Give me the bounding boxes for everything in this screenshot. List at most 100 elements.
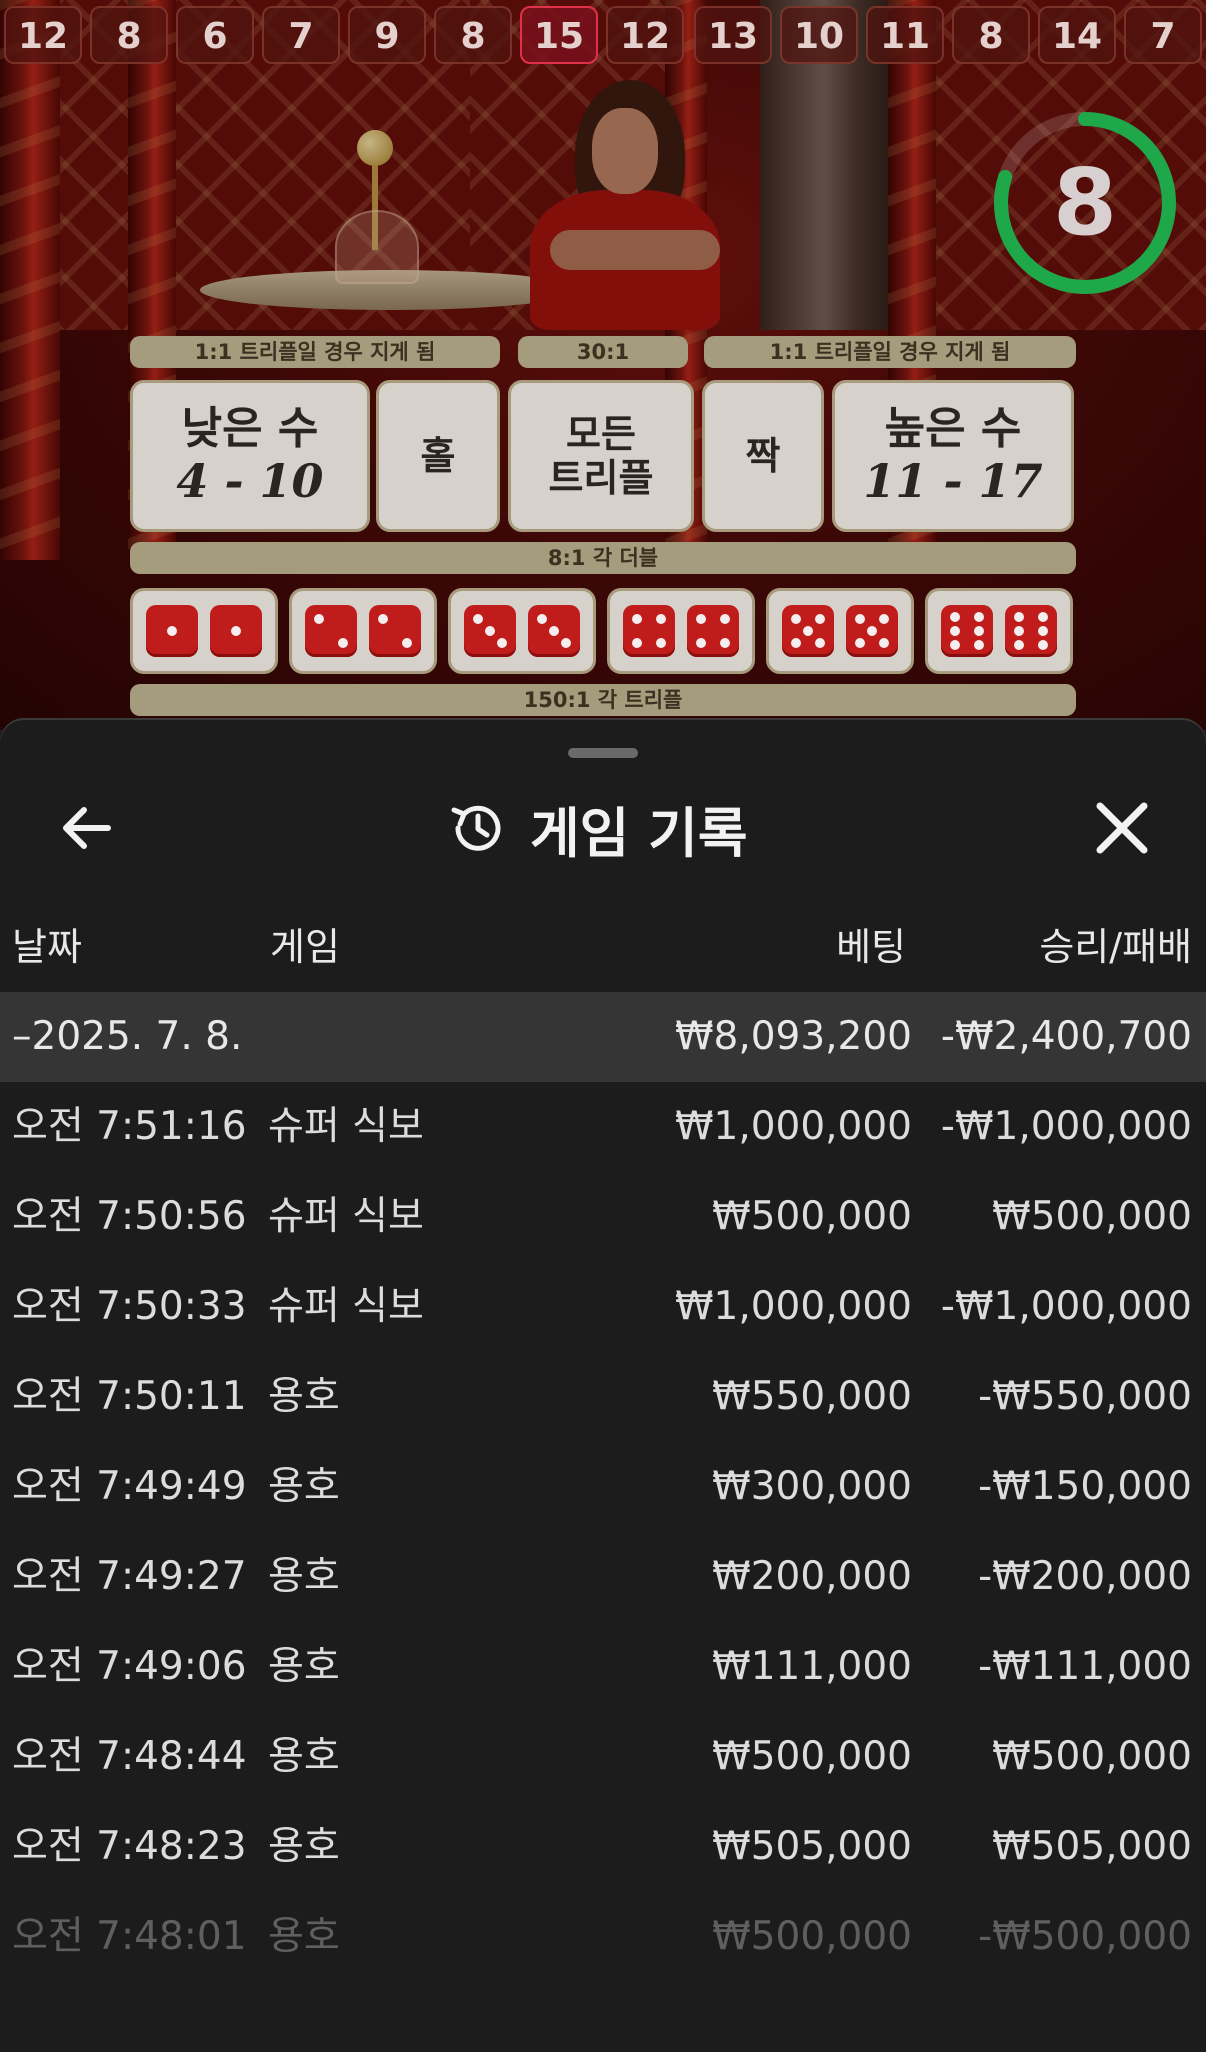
date-group-row[interactable]: –2025. 7. 8. ₩8,093,200 -₩2,400,700 — [0, 992, 1206, 1082]
history-result: 7 — [1124, 6, 1202, 64]
group-bet-total: ₩8,093,200 — [674, 1014, 912, 1059]
history-result: 14 — [1038, 6, 1116, 64]
timer-value: 8 — [1052, 149, 1117, 256]
row-winloss: ₩500,000 — [992, 1734, 1192, 1779]
column-header-bet: 베팅 — [836, 925, 906, 969]
history-result: 15 — [520, 6, 598, 64]
row-game: 용호 — [268, 1554, 340, 1599]
history-row[interactable]: 오전 7:50:56 슈퍼 식보 ₩500,000 ₩500,000 — [0, 1172, 1206, 1262]
row-game: 용호 — [268, 1914, 340, 1959]
bet-odd[interactable]: 홀 — [376, 380, 500, 532]
big-label: 높은 수 — [884, 403, 1022, 454]
row-bet: ₩500,000 — [712, 1734, 912, 1779]
history-result: 9 — [348, 6, 426, 64]
row-bet: ₩300,000 — [712, 1464, 912, 1509]
die-4-icon — [687, 605, 739, 657]
group-date: –2025. 7. 8. — [12, 1014, 243, 1059]
die-4-icon — [623, 605, 675, 657]
row-game: 용호 — [268, 1824, 340, 1869]
history-result: 10 — [780, 6, 858, 64]
history-row[interactable]: 오전 7:49:27 용호 ₩200,000 -₩200,000 — [0, 1532, 1206, 1622]
history-result: 12 — [4, 6, 82, 64]
history-row[interactable]: 오전 7:50:33 슈퍼 식보 ₩1,000,000 -₩1,000,000 — [0, 1262, 1206, 1352]
row-bet: ₩500,000 — [712, 1194, 912, 1239]
live-game-video: 12 8 6 7 9 8 15 12 13 10 11 8 14 7 8 1:1 트리플일 경우 지게 됨… — [0, 0, 1206, 730]
odd-label: 홀 — [420, 434, 456, 478]
any-triple-label-1: 모든 — [566, 412, 636, 456]
even-label: 짝 — [745, 434, 781, 478]
row-bet: ₩111,000 — [712, 1644, 912, 1689]
row-time: 오전 7:48:44 — [12, 1734, 247, 1779]
row-game: 슈퍼 식보 — [268, 1284, 424, 1329]
big-range: 11 - 17 — [863, 454, 1043, 508]
bet-double-6[interactable] — [925, 588, 1073, 674]
bet-double-2[interactable] — [289, 588, 437, 674]
history-result: 8 — [434, 6, 512, 64]
die-2-icon — [369, 605, 421, 657]
bet-double-4[interactable] — [607, 588, 755, 674]
close-button[interactable] — [1086, 792, 1158, 864]
column-header-date: 날짜 — [12, 925, 82, 969]
history-row[interactable]: 오전 7:51:16 슈퍼 식보 ₩1,000,000 -₩1,000,000 — [0, 1082, 1206, 1172]
row-time: 오전 7:48:01 — [12, 1914, 247, 1959]
die-1-icon — [210, 605, 262, 657]
history-row[interactable]: 오전 7:49:06 용호 ₩111,000 -₩111,000 — [0, 1622, 1206, 1712]
doubles-payout-pill: 8:1 각 더블 — [130, 542, 1076, 574]
results-history-strip: 12 8 6 7 9 8 15 12 13 10 11 8 14 7 — [0, 0, 1206, 64]
row-bet: ₩500,000 — [712, 1914, 912, 1959]
close-icon — [1096, 802, 1148, 854]
row-time: 오전 7:50:11 — [12, 1374, 247, 1419]
die-6-icon — [941, 605, 993, 657]
row-time: 오전 7:48:23 — [12, 1824, 247, 1869]
bet-big[interactable]: 높은 수 11 - 17 — [832, 380, 1074, 532]
row-time: 오전 7:49:06 — [12, 1644, 247, 1689]
row-winloss: ₩500,000 — [992, 1194, 1192, 1239]
die-6-icon — [1005, 605, 1057, 657]
history-result: 12 — [606, 6, 684, 64]
row-winloss: ₩505,000 — [992, 1824, 1192, 1869]
bet-any-triple[interactable]: 모든 트리플 — [508, 380, 694, 532]
history-result: 13 — [694, 6, 772, 64]
back-button[interactable] — [56, 796, 120, 860]
row-winloss: -₩200,000 — [978, 1554, 1192, 1599]
history-row[interactable]: 오전 7:50:11 용호 ₩550,000 -₩550,000 — [0, 1352, 1206, 1442]
die-5-icon — [782, 605, 834, 657]
row-bet: ₩200,000 — [712, 1554, 912, 1599]
bet-double-5[interactable] — [766, 588, 914, 674]
countdown-timer: 8 — [990, 108, 1180, 298]
row-game: 용호 — [268, 1734, 340, 1779]
bet-small[interactable]: 낮은 수 4 - 10 — [130, 380, 370, 532]
history-row[interactable]: 오전 7:49:49 용호 ₩300,000 -₩150,000 — [0, 1442, 1206, 1532]
row-winloss: -₩1,000,000 — [940, 1104, 1192, 1149]
bet-double-1[interactable] — [130, 588, 278, 674]
arrow-left-icon — [63, 807, 111, 849]
row-game: 슈퍼 식보 — [268, 1104, 424, 1149]
triples-payout-pill: 150:1 각 트리플 — [130, 684, 1076, 716]
row-winloss: -₩500,000 — [978, 1914, 1192, 1959]
row-winloss: -₩550,000 — [978, 1374, 1192, 1419]
history-row[interactable]: 오전 7:48:01 용호 ₩500,000 -₩500,000 — [0, 1892, 1206, 1982]
row-time: 오전 7:49:49 — [12, 1464, 247, 1509]
history-result: 8 — [90, 6, 168, 64]
drag-handle[interactable] — [568, 748, 638, 758]
row-game: 용호 — [268, 1374, 340, 1419]
history-row[interactable]: 오전 7:48:23 용호 ₩505,000 ₩505,000 — [0, 1802, 1206, 1892]
row-winloss: -₩1,000,000 — [940, 1284, 1192, 1329]
row-game: 용호 — [268, 1644, 340, 1689]
die-1-icon — [146, 605, 198, 657]
bet-even[interactable]: 짝 — [702, 380, 824, 532]
row-time: 오전 7:51:16 — [12, 1104, 247, 1149]
history-row[interactable]: 오전 7:48:44 용호 ₩500,000 ₩500,000 — [0, 1712, 1206, 1802]
row-bet: ₩1,000,000 — [674, 1104, 912, 1149]
die-3-icon — [528, 605, 580, 657]
row-time: 오전 7:50:33 — [12, 1284, 247, 1329]
game-history-sheet: 게임 기록 날짜 게임 베팅 승리/패배 –2025. 7. 8. ₩8,093… — [0, 720, 1206, 2052]
history-clock-icon — [451, 805, 501, 851]
bet-double-3[interactable] — [448, 588, 596, 674]
row-bet: ₩1,000,000 — [674, 1284, 912, 1329]
row-bet: ₩505,000 — [712, 1824, 912, 1869]
sheet-header: 게임 기록 — [448, 786, 748, 870]
row-winloss: -₩150,000 — [978, 1464, 1192, 1509]
column-header-winloss: 승리/패배 — [1039, 925, 1192, 969]
group-winloss-total: -₩2,400,700 — [940, 1014, 1192, 1059]
